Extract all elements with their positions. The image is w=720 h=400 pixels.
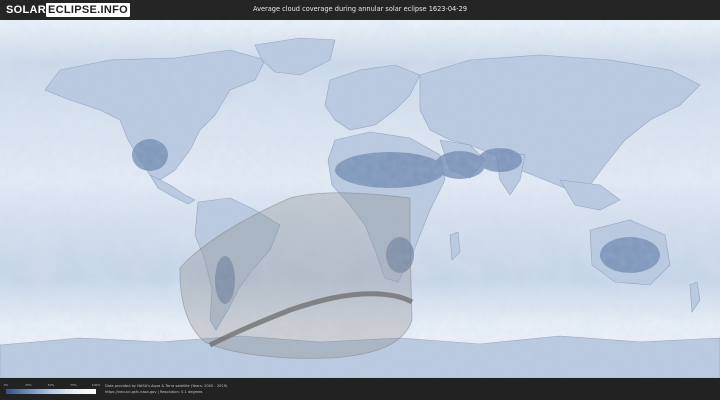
- cloud-coverage-color-scale: [6, 389, 96, 394]
- header-bar: SOLAR ECLIPSE.INFO Average cloud coverag…: [0, 0, 720, 20]
- legend-tick-100: 100%: [91, 383, 101, 387]
- data-credit-line2[interactable]: https://neo.sci.gsfc.nasa.gov | Resoluti…: [105, 390, 202, 394]
- data-credit-line1: Data provided by NASA's Aqua & Terra sat…: [105, 384, 228, 388]
- legend-tick-labels: 0% 25% 50% 75% 100%: [3, 383, 101, 388]
- legend-tick-25: 25%: [25, 383, 32, 387]
- footer-bar: [0, 378, 720, 400]
- page-title: Average cloud coverage during annular so…: [252, 5, 468, 13]
- legend-tick-50: 50%: [47, 383, 55, 387]
- legend-tick-0: 0%: [3, 383, 9, 387]
- world-map-svg: [0, 20, 720, 378]
- cloud-coverage-map: [0, 20, 720, 378]
- legend-tick-75: 75%: [70, 383, 77, 387]
